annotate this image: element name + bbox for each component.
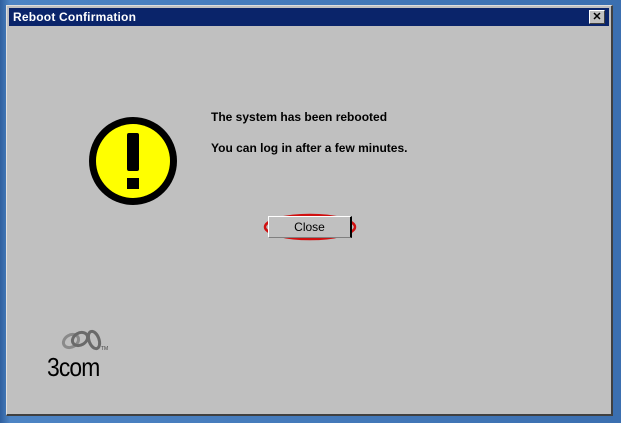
window-title: Reboot Confirmation [13, 10, 137, 24]
dialog-body: The system has been rebooted You can log… [13, 29, 604, 409]
reboot-confirmation-dialog: Reboot Confirmation ✕ The system has bee… [6, 5, 613, 416]
svg-text:TM: TM [101, 346, 108, 352]
3com-logo: TM 3com [47, 322, 157, 382]
logo-text: 3com [47, 352, 100, 382]
title-bar[interactable]: Reboot Confirmation ✕ [9, 8, 609, 26]
message-line-1: The system has been rebooted [211, 110, 388, 124]
3com-rings-logo: TM [61, 329, 108, 352]
close-icon: ✕ [592, 10, 602, 23]
close-button-label: Close [294, 220, 325, 234]
warning-icon [89, 117, 177, 205]
window-close-button[interactable]: ✕ [589, 10, 605, 24]
message-line-2: You can log in after a few minutes. [211, 141, 408, 155]
close-button[interactable]: Close [268, 216, 352, 238]
